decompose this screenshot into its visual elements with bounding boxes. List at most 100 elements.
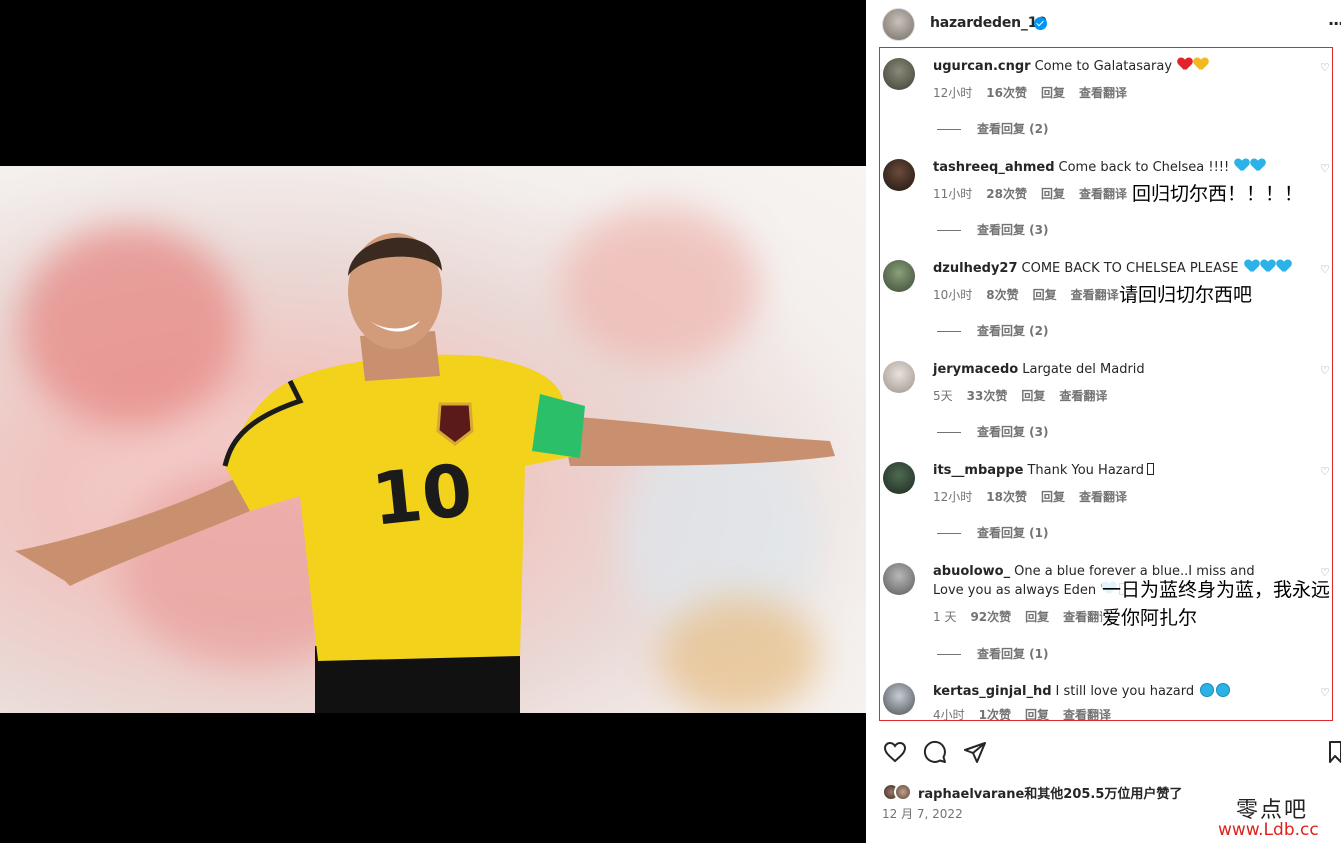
view-replies-button[interactable]: 查看回复 (2) bbox=[937, 322, 1049, 339]
blue-heart-icon bbox=[1277, 260, 1291, 273]
view-replies-button[interactable]: 查看回复 (3) bbox=[937, 423, 1049, 440]
comment-body: Thank You Hazard bbox=[1027, 463, 1144, 478]
reply-button[interactable]: 回复 bbox=[1041, 490, 1065, 504]
author-avatar[interactable] bbox=[882, 8, 915, 41]
comment-text: dzulhedy27 COME BACK TO CHELSEA PLEASE bbox=[933, 259, 1313, 278]
view-replies-button[interactable]: 查看回复 (3) bbox=[937, 221, 1049, 238]
more-icon[interactable]: ··· bbox=[1328, 14, 1341, 33]
translate-button[interactable]: 查看翻译 bbox=[1059, 389, 1107, 403]
commenter-avatar[interactable] bbox=[883, 58, 915, 90]
comment-text: its__mbappe Thank You Hazard bbox=[933, 461, 1313, 480]
translate-button[interactable]: 查看翻译 bbox=[1071, 288, 1119, 302]
view-replies-button[interactable]: 查看回复 (1) bbox=[937, 524, 1049, 541]
commenter-avatar[interactable] bbox=[883, 361, 915, 393]
comment-time: 12小时 bbox=[933, 490, 973, 504]
comment-time: 5天 bbox=[933, 389, 953, 403]
comment-likes[interactable]: 33次赞 bbox=[967, 389, 1008, 403]
reply-button[interactable]: 回复 bbox=[1021, 389, 1045, 403]
comment-like-icon[interactable]: ♡ bbox=[1320, 566, 1330, 579]
comment-like-icon[interactable]: ♡ bbox=[1320, 364, 1330, 377]
commenter-username[interactable]: abuolowo_ bbox=[933, 564, 1010, 579]
comment-body: Come to Galatasaray bbox=[1034, 59, 1173, 74]
reply-button[interactable]: 回复 bbox=[1025, 610, 1049, 624]
reply-button[interactable]: 回复 bbox=[1041, 86, 1065, 100]
commenter-username[interactable]: kertas_ginjal_hd bbox=[933, 684, 1052, 699]
commenter-username[interactable]: tashreeq_ahmed bbox=[933, 160, 1055, 175]
comment-meta: 11小时 28次赞 回复 查看翻译 bbox=[933, 185, 1141, 202]
comment-like-icon[interactable]: ♡ bbox=[1320, 162, 1330, 175]
verified-icon bbox=[1034, 17, 1047, 30]
bookmark-icon[interactable] bbox=[1329, 740, 1341, 764]
comment-meta: 10小时 8次赞 回复 查看翻译 bbox=[933, 286, 1133, 303]
blue-circle-icon bbox=[1200, 683, 1215, 697]
svg-text:10: 10 bbox=[368, 448, 476, 542]
comment-time: 10小时 bbox=[933, 288, 973, 302]
reply-button[interactable]: 回复 bbox=[1033, 288, 1057, 302]
commenter-username[interactable]: its__mbappe bbox=[933, 463, 1023, 478]
post-header: hazardeden_10 ··· bbox=[866, 0, 1341, 48]
translate-button[interactable]: 查看翻译 bbox=[1079, 86, 1127, 100]
blue-heart-icon bbox=[1235, 159, 1249, 172]
share-icon[interactable] bbox=[963, 740, 987, 764]
comments-list[interactable]: ugurcan.cngr Come to Galatasaray 12小时 16次赞… bbox=[879, 47, 1333, 721]
comment-icon[interactable] bbox=[923, 740, 947, 764]
translate-button[interactable]: 查看翻译 bbox=[1063, 708, 1111, 720]
reply-button[interactable]: 回复 bbox=[1041, 187, 1065, 201]
view-replies-label: 查看回复 (1) bbox=[977, 526, 1049, 540]
red-heart-icon bbox=[1178, 58, 1192, 71]
replies-line bbox=[937, 331, 961, 332]
translation-annotation: 请回归切尔西吧 bbox=[1119, 284, 1253, 306]
commenter-avatar[interactable] bbox=[883, 260, 915, 292]
comment-meta: 12小时 18次赞 回复 查看翻译 bbox=[933, 488, 1141, 505]
heart-icon[interactable] bbox=[883, 740, 907, 764]
comment-time: 4小时 bbox=[933, 708, 965, 721]
post-photo[interactable]: 10 bbox=[0, 166, 866, 713]
comment-body: Largate del Madrid bbox=[1022, 362, 1145, 377]
comment-likes[interactable]: 92次赞 bbox=[970, 610, 1011, 624]
comment-text: kertas_ginjal_hd I still love you hazard bbox=[933, 682, 1313, 701]
replies-line bbox=[937, 432, 961, 433]
comment-body: COME BACK TO CHELSEA PLEASE bbox=[1021, 261, 1239, 276]
post-date: 12 月 7, 2022 bbox=[882, 807, 963, 821]
blue-heart-icon bbox=[1245, 260, 1259, 273]
commenter-avatar[interactable] bbox=[883, 683, 915, 715]
comment-likes[interactable]: 18次赞 bbox=[986, 490, 1027, 504]
view-replies-label: 查看回复 (2) bbox=[977, 324, 1049, 338]
likes-text[interactable]: raphaelvarane和其他205.5万位用户赞了 bbox=[918, 783, 1182, 802]
watermark-url: www.Ldb.cc bbox=[1218, 820, 1319, 840]
comment-like-icon[interactable]: ♡ bbox=[1320, 465, 1330, 478]
view-replies-button[interactable]: 查看回复 (1) bbox=[937, 645, 1049, 662]
comment-time: 1 天 bbox=[933, 610, 957, 624]
comment-body: I still love you hazard bbox=[1055, 684, 1195, 699]
yellow-heart-icon bbox=[1194, 58, 1208, 71]
commenter-avatar[interactable] bbox=[883, 563, 915, 595]
comment-likes[interactable]: 8次赞 bbox=[986, 288, 1018, 302]
comment-meta: 1 天 92次赞 回复 查看翻译 bbox=[933, 608, 1125, 625]
likes-summary[interactable]: raphaelvarane和其他205.5万位用户赞了 bbox=[882, 780, 1182, 804]
comment-meta: 4小时 1次赞 回复 查看翻译 bbox=[933, 706, 1125, 721]
media-area: 10 bbox=[0, 0, 866, 843]
reply-button[interactable]: 回复 bbox=[1025, 708, 1049, 720]
comment-like-icon[interactable]: ♡ bbox=[1320, 61, 1330, 74]
blue-heart-icon bbox=[1251, 159, 1265, 172]
liker-avatar bbox=[894, 783, 912, 801]
view-replies-button[interactable]: 查看回复 (2) bbox=[937, 120, 1049, 137]
comment-like-icon[interactable]: ♡ bbox=[1320, 263, 1330, 276]
comment-text: tashreeq_ahmed Come back to Chelsea !!!! bbox=[933, 158, 1313, 177]
blue-heart-icon bbox=[1261, 260, 1275, 273]
commenter-avatar[interactable] bbox=[883, 462, 915, 494]
comment-like-icon[interactable]: ♡ bbox=[1320, 686, 1330, 699]
translation-annotation: 回归切尔西！！！！ bbox=[1132, 183, 1304, 205]
comment-likes[interactable]: 1次赞 bbox=[979, 708, 1011, 720]
commenter-avatar[interactable] bbox=[883, 159, 915, 191]
commenter-username[interactable]: ugurcan.cngr bbox=[933, 59, 1031, 74]
comment-likes[interactable]: 16次赞 bbox=[986, 86, 1027, 100]
author-username[interactable]: hazardeden_10 bbox=[930, 15, 1047, 31]
view-replies-label: 查看回复 (1) bbox=[977, 647, 1049, 661]
commenter-username[interactable]: dzulhedy27 bbox=[933, 261, 1018, 276]
translate-button[interactable]: 查看翻译 bbox=[1079, 490, 1127, 504]
translate-button[interactable]: 查看翻译 bbox=[1079, 187, 1127, 201]
commenter-username[interactable]: jerymacedo bbox=[933, 362, 1018, 377]
comment-likes[interactable]: 28次赞 bbox=[986, 187, 1027, 201]
action-bar bbox=[866, 732, 1341, 772]
